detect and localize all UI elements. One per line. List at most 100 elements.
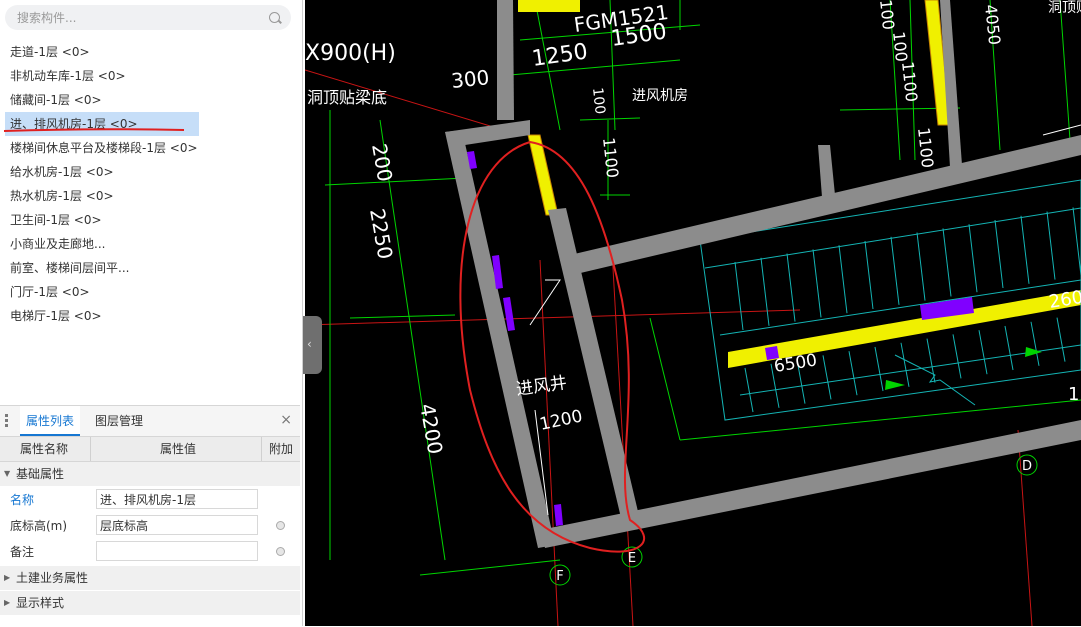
property-row-name: 名称 [0, 486, 300, 512]
triangle-right-icon[interactable]: ▶ [4, 591, 10, 615]
triangle-down-icon[interactable]: ▼ [4, 462, 10, 486]
stair-tread [942, 228, 952, 297]
list-item[interactable]: 走道-1层 <0> [5, 40, 199, 64]
stair-tread [822, 355, 832, 400]
stair-tread [812, 249, 822, 318]
stair-tread [786, 253, 796, 322]
shaft-label: 进风井 [515, 373, 568, 400]
beam-note: X900(H) [305, 41, 396, 66]
group-civil-properties[interactable]: ▶ 土建业务属性 [0, 566, 300, 590]
top-right-label: 洞顶贴 [1048, 0, 1081, 16]
stair-tread [994, 219, 1004, 289]
tab-attribute-list[interactable]: 属性列表 [20, 406, 81, 436]
dimension-text: 4050 [981, 3, 1004, 45]
property-label: 备注 [10, 545, 35, 559]
list-item[interactable]: 热水机房-1层 <0> [5, 184, 199, 208]
component-search[interactable] [5, 5, 291, 30]
dimension-text: 4200 [415, 402, 447, 456]
dimension-text: 100 [889, 30, 911, 62]
list-item[interactable]: 小商业及走廊地... [5, 232, 199, 256]
stair-tread [1046, 211, 1056, 280]
properties-panel: 属性列表 图层管理 × 属性名称 属性值 附加 ▼ 基础属性 名称 底标高(m)… [0, 405, 300, 627]
column-divider[interactable] [90, 437, 91, 461]
close-icon[interactable]: × [280, 412, 292, 428]
axis-label-F: F [556, 569, 563, 584]
name-field[interactable] [96, 489, 258, 509]
attach-radio[interactable] [276, 521, 285, 530]
fan-room-label: 进风机房 [632, 88, 688, 104]
length-label: 1 [1068, 384, 1079, 405]
dimension-text: 2250 [365, 207, 397, 261]
dimension-text: 1100 [914, 126, 937, 168]
axis-label-D: D [1022, 459, 1032, 474]
group-label: 土建业务属性 [16, 571, 89, 585]
list-item[interactable]: 前室、楼梯间层间平... [5, 256, 199, 280]
list-item[interactable]: 门厅-1层 <0> [5, 280, 199, 304]
stair-tread [916, 232, 926, 301]
collapse-panel-button[interactable]: ‹ [303, 316, 322, 374]
attach-radio[interactable] [276, 547, 285, 556]
list-item[interactable]: 非机动车库-1层 <0> [5, 64, 199, 88]
search-input[interactable] [15, 8, 259, 28]
dimension-text: 1250 [530, 39, 589, 72]
property-label: 底标高(m) [10, 519, 68, 533]
stair-tread [848, 351, 858, 396]
length-label: 260 [1047, 287, 1081, 313]
length-label: 1200 [538, 406, 584, 435]
list-item[interactable]: 卫生间-1层 <0> [5, 208, 199, 232]
column-header-extra: 附加 [269, 442, 294, 456]
group-label: 基础属性 [16, 467, 65, 481]
stair-tread [838, 245, 848, 314]
stair-tread [900, 342, 910, 387]
property-label: 名称 [10, 493, 35, 507]
stair-tread [1004, 325, 1014, 371]
column-header-value: 属性值 [160, 442, 197, 456]
stair-tread [760, 257, 770, 326]
stair-tread [978, 330, 988, 375]
properties-table-header: 属性名称 属性值 附加 [0, 437, 300, 462]
stair-tread [890, 236, 900, 305]
dimension-text: 100 [876, 0, 898, 31]
triangle-right-icon[interactable]: ▶ [4, 566, 10, 590]
chevron-left-icon: ‹ [307, 337, 312, 351]
list-item[interactable]: 储藏间-1层 <0> [5, 88, 199, 112]
stair-tread [1020, 215, 1030, 284]
dimension-text: 200 [367, 142, 397, 184]
dimension-text: 1100 [898, 60, 921, 102]
search-icon[interactable] [269, 12, 280, 23]
cad-drawing[interactable]: FGM1521 X900(H) 洞顶贴梁底 进风机房 进风井 洞顶贴 1200 … [305, 0, 1081, 626]
stair-tread [874, 346, 884, 392]
property-row-elevation: 底标高(m) [0, 512, 300, 538]
bottom-elevation-field[interactable] [96, 515, 258, 535]
component-panel: 走道-1层 <0> 非机动车库-1层 <0> 储藏间-1层 <0> 进、排风机房… [0, 0, 303, 627]
dimension-text: 1100 [599, 136, 622, 178]
remark-field[interactable] [96, 541, 258, 561]
column-divider[interactable] [261, 437, 262, 461]
group-display-style[interactable]: ▶ 显示样式 [0, 591, 300, 615]
cad-drawing-canvas[interactable]: FGM1521 X900(H) 洞顶贴梁底 进风机房 进风井 洞顶贴 1200 … [305, 0, 1081, 626]
stair-tread [968, 224, 978, 293]
dimension-lines [324, 0, 1081, 576]
stair-tread [734, 261, 744, 331]
drag-handle-icon[interactable] [5, 414, 9, 428]
red-underline-annotation [3, 128, 185, 132]
dimension-text: 300 [450, 65, 490, 93]
stair-tread [1056, 317, 1066, 362]
axis-label-E: E [628, 551, 636, 566]
stair-tread [1072, 207, 1081, 276]
group-basic-properties[interactable]: ▼ 基础属性 [0, 462, 300, 486]
property-row-remark: 备注 [0, 538, 300, 564]
stair-tread [1030, 321, 1040, 366]
list-item[interactable]: 电梯厅-1层 <0> [5, 304, 199, 328]
group-label: 显示样式 [16, 596, 65, 610]
beams [518, 0, 1081, 368]
stair-tread [864, 240, 874, 310]
stair-tread [744, 367, 754, 413]
properties-tabs: 属性列表 图层管理 × [0, 406, 300, 437]
beam-text: 洞顶贴梁底 [307, 88, 387, 107]
tab-layer-management[interactable]: 图层管理 [89, 406, 149, 436]
list-item[interactable]: 楼梯间休息平台及楼梯段-1层 <0> [5, 136, 199, 160]
dimension-text: 100 [589, 87, 608, 115]
component-list: 走道-1层 <0> 非机动车库-1层 <0> 储藏间-1层 <0> 进、排风机房… [5, 40, 199, 328]
list-item[interactable]: 给水机房-1层 <0> [5, 160, 199, 184]
